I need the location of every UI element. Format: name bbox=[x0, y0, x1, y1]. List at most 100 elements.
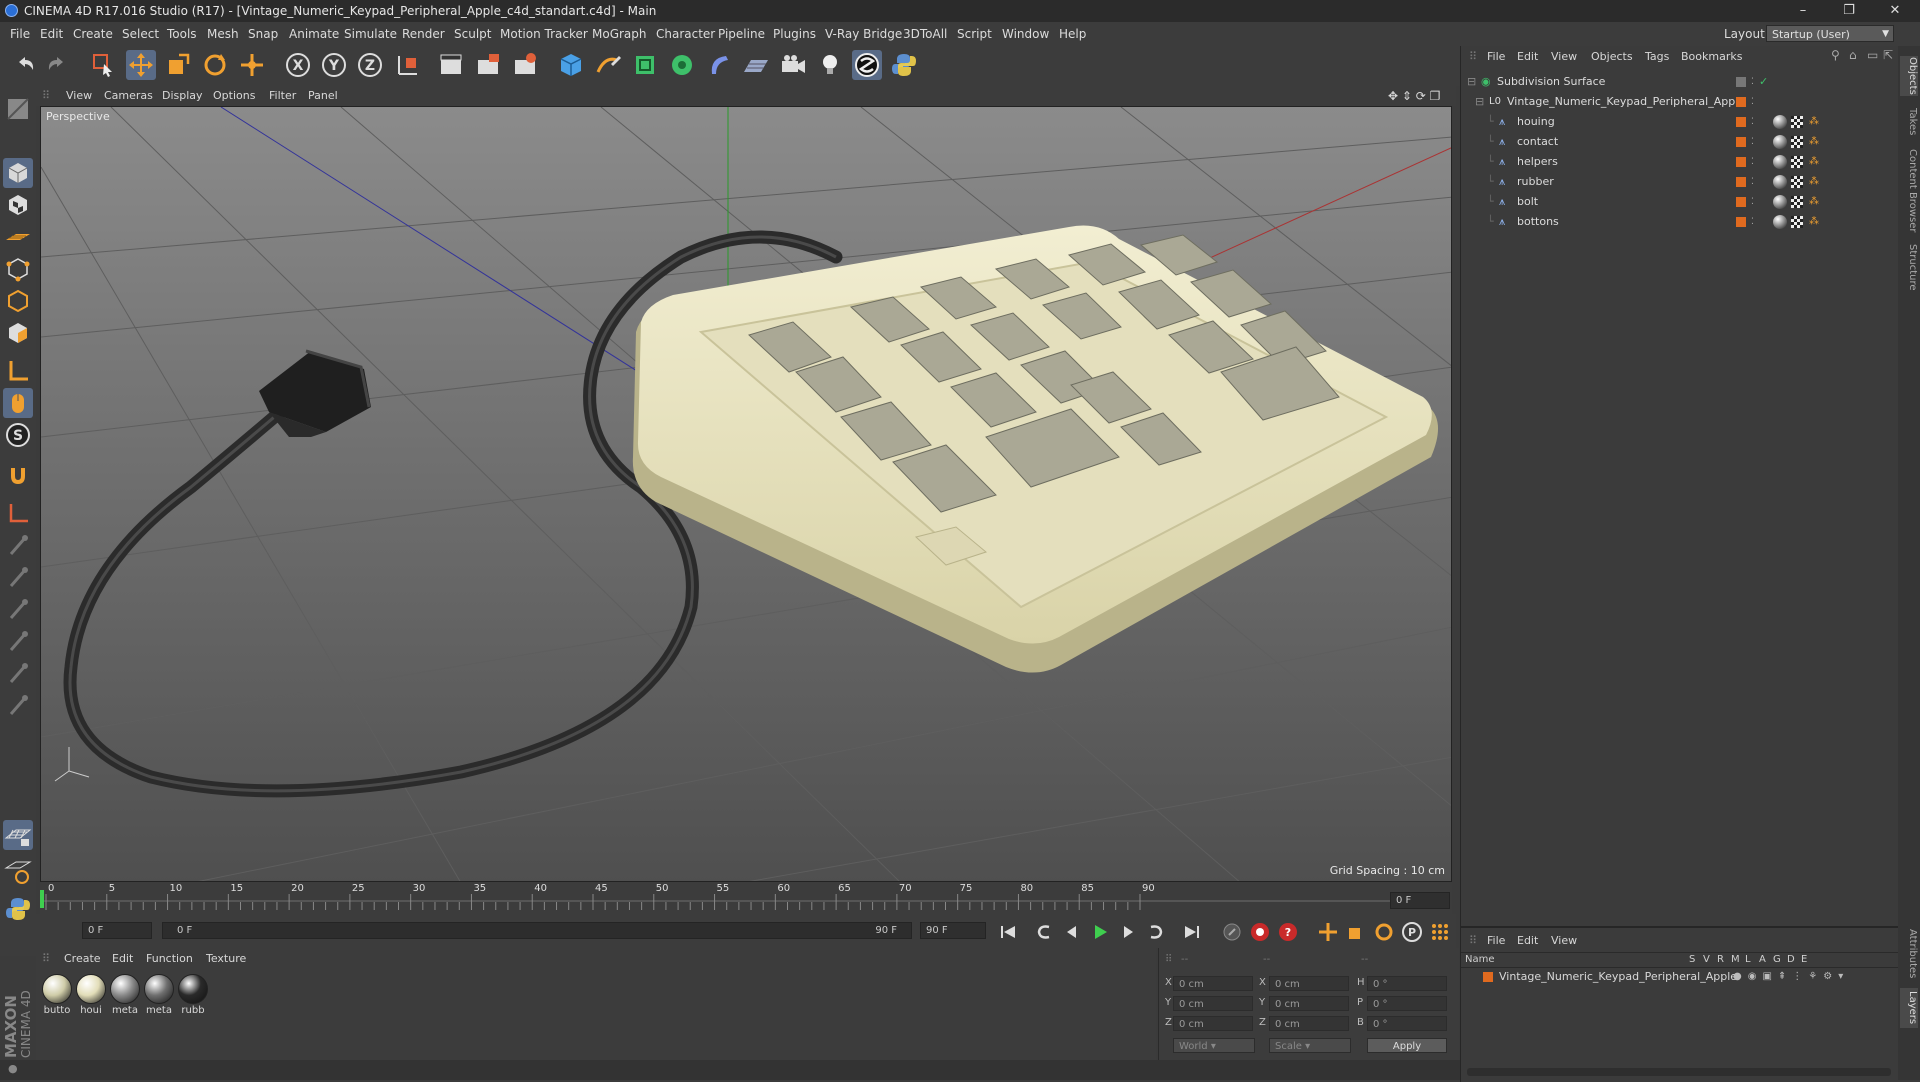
brush-tool-6[interactable] bbox=[3, 690, 33, 720]
tree-collapse-icon[interactable]: ⊟ bbox=[1467, 72, 1476, 92]
layer-menu-file[interactable]: File bbox=[1487, 934, 1505, 947]
tweak-mode-button[interactable] bbox=[3, 388, 33, 418]
object-row-child[interactable]: └ ⩚ houing ⁚ ⁂ bbox=[1461, 112, 1899, 132]
object-menu-tags[interactable]: Tags bbox=[1645, 50, 1669, 63]
vray-tag-icon[interactable]: ⁂ bbox=[1809, 192, 1819, 212]
home-icon[interactable]: ⌂ bbox=[1849, 48, 1857, 62]
key-scale-button[interactable] bbox=[1344, 920, 1368, 944]
vray-tag-icon[interactable]: ⁂ bbox=[1809, 112, 1819, 132]
end-frame-field[interactable]: 90 F bbox=[920, 922, 986, 939]
layer-column-header[interactable]: M bbox=[1731, 953, 1740, 967]
render-view-button[interactable] bbox=[436, 50, 466, 80]
close-button[interactable]: ✕ bbox=[1872, 0, 1918, 22]
layer-column-header[interactable]: L bbox=[1745, 953, 1751, 967]
material-tag-icon[interactable] bbox=[1773, 155, 1787, 169]
menu-mesh[interactable]: Mesh bbox=[207, 22, 239, 46]
material-tag-icon[interactable] bbox=[1773, 175, 1787, 189]
floor-button[interactable] bbox=[741, 50, 771, 80]
texture-tag-icon[interactable] bbox=[1791, 196, 1803, 208]
axis-lock-button[interactable] bbox=[3, 498, 33, 528]
menu-help[interactable]: Help bbox=[1059, 22, 1086, 46]
layer-toggle-icons[interactable]: ●◉▣⇞⋮⚘⚙▾ bbox=[1733, 968, 1849, 986]
enabled-check-icon[interactable]: ✓ bbox=[1759, 72, 1768, 92]
scale-mode-dropdown[interactable]: Scale ▾ bbox=[1269, 1038, 1351, 1053]
coordinate-mode-dropdown[interactable]: World ▾ bbox=[1173, 1038, 1255, 1053]
texture-tag-icon[interactable] bbox=[1791, 156, 1803, 168]
go-to-start-button[interactable] bbox=[996, 920, 1020, 944]
menu-tools[interactable]: Tools bbox=[167, 22, 197, 46]
light-button[interactable] bbox=[815, 50, 845, 80]
layer-name[interactable]: Vintage_Numeric_Keypad_Peripheral_Apple bbox=[1499, 968, 1737, 986]
texture-tag-icon[interactable] bbox=[1791, 216, 1803, 228]
brush-tool-5[interactable] bbox=[3, 658, 33, 688]
object-row-child[interactable]: └ ⩚ helpers ⁚ ⁂ bbox=[1461, 152, 1899, 172]
viewport-menu-filter[interactable]: Filter bbox=[269, 86, 296, 106]
material-swatch[interactable]: meta bbox=[110, 974, 140, 1016]
grid-lock-button[interactable] bbox=[3, 820, 33, 850]
axis-mode-button[interactable] bbox=[3, 356, 33, 386]
recent-tool-button[interactable] bbox=[237, 50, 267, 80]
array-button[interactable] bbox=[667, 50, 697, 80]
viewport-menu-panel[interactable]: Panel bbox=[308, 86, 338, 106]
object-menu-view[interactable]: View bbox=[1551, 50, 1577, 63]
current-frame-field[interactable]: 0 F bbox=[1390, 892, 1450, 909]
visibility-dots-icon[interactable]: ⁚ bbox=[1751, 92, 1754, 112]
menu-sculpt[interactable]: Sculpt bbox=[454, 22, 491, 46]
key-rotation-button[interactable] bbox=[1372, 920, 1396, 944]
rotation-input[interactable]: 0 ° bbox=[1367, 1016, 1447, 1031]
visibility-dots-icon[interactable]: ⁚ bbox=[1751, 212, 1754, 232]
vray-tag-icon[interactable]: ⁂ bbox=[1809, 152, 1819, 172]
start-frame-field[interactable]: 0 F bbox=[82, 922, 152, 939]
rotation-input[interactable]: 0 ° bbox=[1367, 996, 1447, 1011]
tree-collapse-icon[interactable]: ⊟ bbox=[1475, 92, 1484, 112]
minimize-button[interactable]: – bbox=[1780, 0, 1826, 22]
maximize-button[interactable]: ❐ bbox=[1826, 0, 1872, 22]
layer-color-swatch[interactable] bbox=[1483, 972, 1493, 982]
python-button[interactable] bbox=[889, 50, 919, 80]
material-tag-icon[interactable] bbox=[1773, 215, 1787, 229]
menu-mograph[interactable]: MoGraph bbox=[592, 22, 647, 46]
material-menu-create[interactable]: Create bbox=[64, 952, 101, 965]
tab-attributes[interactable]: Attributes bbox=[1900, 926, 1918, 982]
coordinate-system-button[interactable] bbox=[393, 50, 423, 80]
visibility-dots-icon[interactable]: ⁚ bbox=[1751, 172, 1754, 192]
spline-pen-button[interactable] bbox=[593, 50, 623, 80]
playhead-marker[interactable] bbox=[40, 890, 44, 908]
previous-key-button[interactable] bbox=[1032, 920, 1056, 944]
material-swatch[interactable]: meta bbox=[144, 974, 174, 1016]
frame-range-slider[interactable]: 0 F 90 F bbox=[162, 922, 912, 939]
material-menu-function[interactable]: Function bbox=[146, 952, 193, 965]
tab-takes[interactable]: Takes bbox=[1900, 104, 1918, 140]
key-pla-button[interactable] bbox=[1428, 920, 1452, 944]
deformer-button[interactable] bbox=[704, 50, 734, 80]
y-axis-button[interactable]: Y bbox=[319, 50, 349, 80]
apply-button[interactable]: Apply bbox=[1367, 1038, 1447, 1053]
magnet-button[interactable] bbox=[3, 460, 33, 490]
layer-column-header[interactable]: R bbox=[1717, 953, 1724, 967]
menu-script[interactable]: Script bbox=[957, 22, 992, 46]
polygons-mode-button[interactable] bbox=[3, 318, 33, 348]
next-key-button[interactable] bbox=[1144, 920, 1168, 944]
subdivision-button[interactable] bbox=[630, 50, 660, 80]
previous-frame-button[interactable] bbox=[1060, 920, 1084, 944]
rotate-tool-button[interactable] bbox=[200, 50, 230, 80]
menu-animate[interactable]: Animate bbox=[289, 22, 339, 46]
texture-tag-icon[interactable] bbox=[1791, 136, 1803, 148]
object-row-child[interactable]: └ ⩚ bolt ⁚ ⁂ bbox=[1461, 192, 1899, 212]
vray-tag-icon[interactable]: ⁂ bbox=[1809, 172, 1819, 192]
perspective-viewport[interactable]: Perspective Grid Spacing : 10 cm bbox=[40, 106, 1452, 882]
layout-dropdown[interactable]: Startup (User) ▼ bbox=[1766, 25, 1894, 42]
cube-object-button[interactable] bbox=[556, 50, 586, 80]
move-tool-button[interactable] bbox=[126, 50, 156, 80]
search-icon[interactable]: ⚲ bbox=[1831, 48, 1840, 62]
material-tag-icon[interactable] bbox=[1773, 195, 1787, 209]
menu-render[interactable]: Render bbox=[402, 22, 445, 46]
object-menu-bookmarks[interactable]: Bookmarks bbox=[1681, 50, 1742, 63]
position-input[interactable]: 0 cm bbox=[1173, 976, 1253, 991]
render-settings-button[interactable] bbox=[510, 50, 540, 80]
material-swatch[interactable]: rubb bbox=[178, 974, 208, 1016]
play-button[interactable] bbox=[1088, 920, 1112, 944]
layer-column-header[interactable]: A bbox=[1759, 953, 1766, 967]
z-axis-button[interactable]: Z bbox=[355, 50, 385, 80]
tab-layers[interactable]: Layers bbox=[1900, 988, 1918, 1028]
